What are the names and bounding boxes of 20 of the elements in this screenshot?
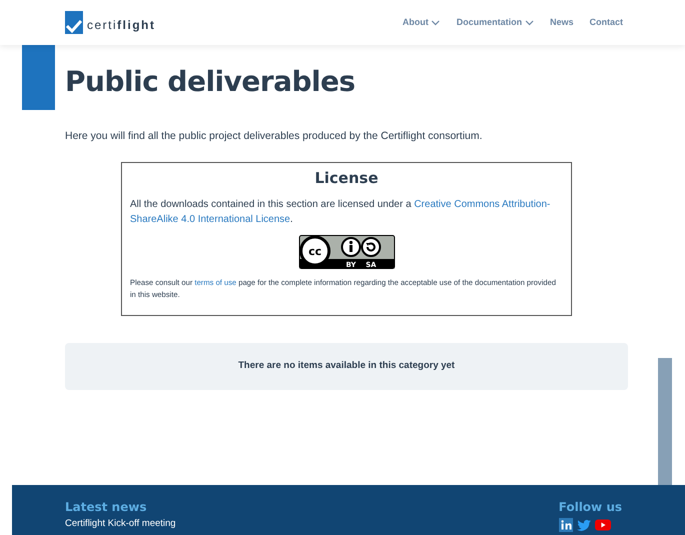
bird-icon[interactable] [576,518,591,532]
title-accent-bar [22,45,55,110]
empty-category-message: There are no items available in this category yet [65,342,628,390]
license-heading: License [314,168,380,187]
linkedin-icon[interactable] [558,518,573,532]
footer-heading: Latest news [65,500,148,514]
nav-link[interactable]: Documentation [456,16,534,30]
license-link[interactable]: Creative Commons Attribution- [414,198,550,210]
license-link[interactable]: ShareAlike 4.0 International License [130,214,290,225]
license-text: All the downloads contained in this section are licensed under a Creative Commons Attribution- ShareAlike 4.0 International License. [130,198,552,227]
logo-text: certiflight [87,17,156,34]
footer-heading: Follow us [558,500,622,514]
logo-icon [65,11,83,34]
news-headline-link[interactable]: Certiflight Kick-off meeting [65,517,176,532]
video-play-icon[interactable] [594,518,611,532]
nav-link[interactable]: News [550,16,574,30]
nav-link[interactable]: Contact [590,16,623,30]
page-title: Public deliverables [65,65,356,99]
intro-text: Here you will find all the public project deliverables produced by the Certiflight consortium. [65,129,484,144]
nav-link[interactable]: About [402,16,440,30]
